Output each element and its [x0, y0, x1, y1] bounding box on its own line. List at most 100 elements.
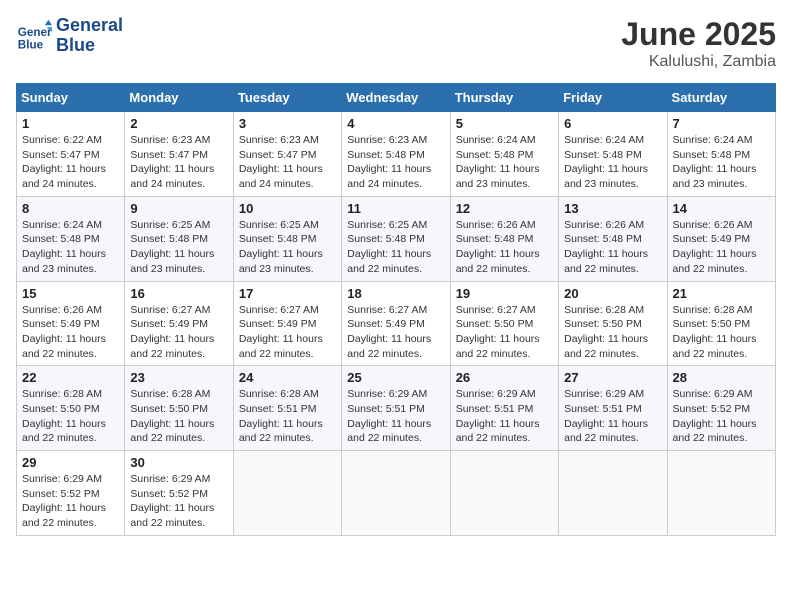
day-info: Sunrise: 6:28 AM Sunset: 5:50 PM Dayligh…	[673, 303, 770, 362]
table-row: 16 Sunrise: 6:27 AM Sunset: 5:49 PM Dayli…	[125, 281, 233, 366]
day-number: 5	[456, 116, 553, 131]
day-info: Sunrise: 6:26 AM Sunset: 5:49 PM Dayligh…	[673, 218, 770, 277]
day-info: Sunrise: 6:29 AM Sunset: 5:52 PM Dayligh…	[130, 472, 227, 531]
day-info: Sunrise: 6:24 AM Sunset: 5:48 PM Dayligh…	[456, 133, 553, 192]
day-number: 23	[130, 370, 227, 385]
day-info: Sunrise: 6:28 AM Sunset: 5:50 PM Dayligh…	[564, 303, 661, 362]
day-info: Sunrise: 6:23 AM Sunset: 5:47 PM Dayligh…	[130, 133, 227, 192]
day-number: 10	[239, 201, 336, 216]
day-info: Sunrise: 6:22 AM Sunset: 5:47 PM Dayligh…	[22, 133, 119, 192]
day-info: Sunrise: 6:25 AM Sunset: 5:48 PM Dayligh…	[347, 218, 444, 277]
day-info: Sunrise: 6:27 AM Sunset: 5:49 PM Dayligh…	[130, 303, 227, 362]
calendar-week-row: 8 Sunrise: 6:24 AM Sunset: 5:48 PM Daylig…	[17, 196, 776, 281]
day-info: Sunrise: 6:24 AM Sunset: 5:48 PM Dayligh…	[673, 133, 770, 192]
day-number: 20	[564, 286, 661, 301]
day-number: 29	[22, 455, 119, 470]
day-number: 25	[347, 370, 444, 385]
table-row: 22 Sunrise: 6:28 AM Sunset: 5:50 PM Dayli…	[17, 366, 125, 451]
table-row: 29 Sunrise: 6:29 AM Sunset: 5:52 PM Dayli…	[17, 451, 125, 536]
calendar-week-row: 22 Sunrise: 6:28 AM Sunset: 5:50 PM Dayli…	[17, 366, 776, 451]
day-number: 8	[22, 201, 119, 216]
day-info: Sunrise: 6:29 AM Sunset: 5:52 PM Dayligh…	[22, 472, 119, 531]
day-number: 6	[564, 116, 661, 131]
day-number: 18	[347, 286, 444, 301]
table-row: 18Sunrise: 6:27 AM Sunset: 5:49 PM Dayli…	[342, 281, 450, 366]
calendar-table: Sunday Monday Tuesday Wednesday Thursday…	[16, 83, 776, 536]
table-row	[450, 451, 558, 536]
day-number: 28	[673, 370, 770, 385]
table-row: 11 Sunrise: 6:25 AM Sunset: 5:48 PM Dayli…	[342, 196, 450, 281]
day-number: 21	[673, 286, 770, 301]
day-info: Sunrise: 6:28 AM Sunset: 5:50 PM Dayligh…	[130, 387, 227, 446]
day-info: Sunrise: 6:25 AM Sunset: 5:48 PM Dayligh…	[239, 218, 336, 277]
table-row: 4Sunrise: 6:23 AM Sunset: 5:48 PM Daylig…	[342, 112, 450, 197]
col-friday: Friday	[559, 84, 667, 112]
logo-icon: General Blue	[16, 18, 52, 54]
day-number: 26	[456, 370, 553, 385]
table-row: 28 Sunrise: 6:29 AM Sunset: 5:52 PM Dayli…	[667, 366, 775, 451]
day-number: 19	[456, 286, 553, 301]
day-number: 11	[347, 201, 444, 216]
col-saturday: Saturday	[667, 84, 775, 112]
table-row: 21 Sunrise: 6:28 AM Sunset: 5:50 PM Dayli…	[667, 281, 775, 366]
day-info: Sunrise: 6:25 AM Sunset: 5:48 PM Dayligh…	[130, 218, 227, 277]
table-row: 30 Sunrise: 6:29 AM Sunset: 5:52 PM Dayli…	[125, 451, 233, 536]
table-row: 6Sunrise: 6:24 AM Sunset: 5:48 PM Daylig…	[559, 112, 667, 197]
table-row: 5 Sunrise: 6:24 AM Sunset: 5:48 PM Daylig…	[450, 112, 558, 197]
day-number: 9	[130, 201, 227, 216]
calendar-week-row: 15Sunrise: 6:26 AM Sunset: 5:49 PM Dayli…	[17, 281, 776, 366]
table-row: 19Sunrise: 6:27 AM Sunset: 5:50 PM Dayli…	[450, 281, 558, 366]
day-number: 7	[673, 116, 770, 131]
day-info: Sunrise: 6:29 AM Sunset: 5:51 PM Dayligh…	[564, 387, 661, 446]
calendar-header-row: Sunday Monday Tuesday Wednesday Thursday…	[17, 84, 776, 112]
day-number: 1	[22, 116, 119, 131]
header: General Blue General Blue June 2025 Kalu…	[16, 16, 776, 71]
table-row: 17 Sunrise: 6:27 AM Sunset: 5:49 PM Dayli…	[233, 281, 341, 366]
table-row: 14Sunrise: 6:26 AM Sunset: 5:49 PM Dayli…	[667, 196, 775, 281]
table-row: 12 Sunrise: 6:26 AM Sunset: 5:48 PM Dayli…	[450, 196, 558, 281]
calendar-week-row: 29 Sunrise: 6:29 AM Sunset: 5:52 PM Dayli…	[17, 451, 776, 536]
day-number: 27	[564, 370, 661, 385]
calendar-title: June 2025	[621, 16, 776, 53]
logo-line1: General	[56, 16, 123, 36]
day-info: Sunrise: 6:26 AM Sunset: 5:49 PM Dayligh…	[22, 303, 119, 362]
col-tuesday: Tuesday	[233, 84, 341, 112]
day-number: 22	[22, 370, 119, 385]
day-number: 17	[239, 286, 336, 301]
svg-text:General: General	[18, 26, 52, 39]
day-number: 3	[239, 116, 336, 131]
table-row: 13Sunrise: 6:26 AM Sunset: 5:48 PM Dayli…	[559, 196, 667, 281]
calendar-subtitle: Kalulushi, Zambia	[621, 53, 776, 71]
table-row: 3 Sunrise: 6:23 AM Sunset: 5:47 PM Daylig…	[233, 112, 341, 197]
svg-text:Blue: Blue	[18, 38, 44, 51]
day-info: Sunrise: 6:28 AM Sunset: 5:50 PM Dayligh…	[22, 387, 119, 446]
table-row	[233, 451, 341, 536]
day-info: Sunrise: 6:26 AM Sunset: 5:48 PM Dayligh…	[456, 218, 553, 277]
day-number: 2	[130, 116, 227, 131]
day-info: Sunrise: 6:29 AM Sunset: 5:51 PM Dayligh…	[456, 387, 553, 446]
day-number: 12	[456, 201, 553, 216]
day-info: Sunrise: 6:29 AM Sunset: 5:52 PM Dayligh…	[673, 387, 770, 446]
table-row: 20 Sunrise: 6:28 AM Sunset: 5:50 PM Dayli…	[559, 281, 667, 366]
table-row: 2 Sunrise: 6:23 AM Sunset: 5:47 PM Daylig…	[125, 112, 233, 197]
table-row: 8 Sunrise: 6:24 AM Sunset: 5:48 PM Daylig…	[17, 196, 125, 281]
day-number: 24	[239, 370, 336, 385]
logo-line2: Blue	[56, 36, 123, 56]
table-row	[559, 451, 667, 536]
day-info: Sunrise: 6:27 AM Sunset: 5:49 PM Dayligh…	[239, 303, 336, 362]
day-info: Sunrise: 6:29 AM Sunset: 5:51 PM Dayligh…	[347, 387, 444, 446]
col-wednesday: Wednesday	[342, 84, 450, 112]
table-row: 27 Sunrise: 6:29 AM Sunset: 5:51 PM Dayli…	[559, 366, 667, 451]
col-sunday: Sunday	[17, 84, 125, 112]
table-row: 1 Sunrise: 6:22 AM Sunset: 5:47 PM Daylig…	[17, 112, 125, 197]
col-monday: Monday	[125, 84, 233, 112]
day-info: Sunrise: 6:23 AM Sunset: 5:48 PM Dayligh…	[347, 133, 444, 192]
day-info: Sunrise: 6:23 AM Sunset: 5:47 PM Dayligh…	[239, 133, 336, 192]
day-number: 16	[130, 286, 227, 301]
day-number: 30	[130, 455, 227, 470]
col-thursday: Thursday	[450, 84, 558, 112]
table-row: 26 Sunrise: 6:29 AM Sunset: 5:51 PM Dayli…	[450, 366, 558, 451]
day-info: Sunrise: 6:24 AM Sunset: 5:48 PM Dayligh…	[22, 218, 119, 277]
day-number: 13	[564, 201, 661, 216]
calendar-week-row: 1 Sunrise: 6:22 AM Sunset: 5:47 PM Daylig…	[17, 112, 776, 197]
